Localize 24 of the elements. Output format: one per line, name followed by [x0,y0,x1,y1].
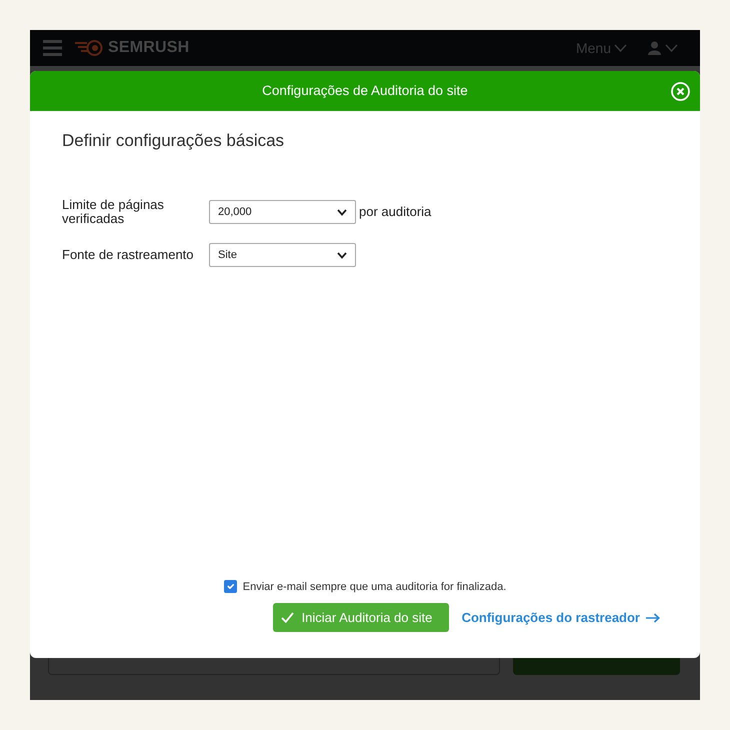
start-audit-button[interactable]: Iniciar Auditoria do site [272,603,449,632]
submit-button[interactable] [513,658,680,675]
close-icon[interactable] [671,82,690,100]
chevron-down-icon[interactable] [665,44,678,52]
chevron-down-icon[interactable] [614,44,627,52]
field-label: Fonte de rastreamento [62,248,195,262]
comet-logo-icon[interactable] [75,40,103,56]
dropdown-field[interactable]: Site [209,243,356,267]
logo-text: SEMRUSH [108,38,190,58]
dropdown-field[interactable]: 20,000 [209,200,356,224]
check-icon [280,612,294,623]
section-heading: Definir configurações básicas [62,131,286,151]
hamburger-menu-icon[interactable] [43,40,62,56]
checkbox-label: Enviar e-mail sempre que uma auditoria for finalizada. [242,580,506,594]
chevron-down-icon [337,252,347,258]
input-field[interactable] [48,658,500,675]
arrow-right-icon [646,612,660,622]
suffix-label: por auditoria [359,203,432,222]
field-label: Limite de páginas verificadas [62,198,165,226]
dialog-title: Configurações de Auditoria do site [262,82,468,100]
chevron-down-icon [337,208,347,216]
email-checkbox[interactable] [224,580,237,594]
crawler-settings-link[interactable]: Configurações do rastreador [462,608,660,628]
user-icon[interactable] [648,41,661,55]
